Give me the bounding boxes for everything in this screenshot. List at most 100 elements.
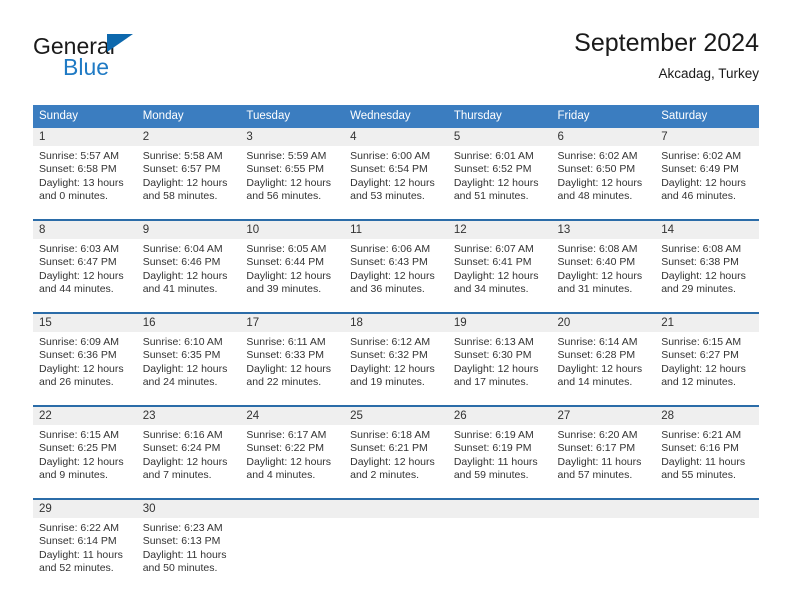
calendar-day-cell[interactable]: 10 Sunrise: 6:05 AM Sunset: 6:44 PM Dayligh… <box>240 221 345 305</box>
day-of-week-header-wednesday: Wednesday <box>350 110 411 122</box>
calendar-day-cell[interactable]: 20 Sunrise: 6:14 AM Sunset: 6:28 PM Dayligh… <box>551 314 656 398</box>
daylight-text-line2: and 14 minutes. <box>557 376 633 389</box>
calendar-day-cell[interactable]: 27 Sunrise: 6:20 AM Sunset: 6:17 PM Dayligh… <box>551 407 656 491</box>
calendar-day-cell[interactable]: 15 Sunrise: 6:09 AM Sunset: 6:36 PM Dayligh… <box>33 314 137 398</box>
calendar-day-cell[interactable]: 12 Sunrise: 6:07 AM Sunset: 6:41 PM Dayligh… <box>447 221 552 305</box>
calendar-day-cell[interactable]: 3 Sunrise: 5:59 AM Sunset: 6:55 PM Daylight… <box>240 128 345 212</box>
calendar-day-cell[interactable]: 14 Sunrise: 6:08 AM Sunset: 6:38 PM Dayligh… <box>655 221 759 305</box>
calendar-day-cell[interactable]: 17 Sunrise: 6:11 AM Sunset: 6:33 PM Dayligh… <box>240 314 345 398</box>
calendar-day-cell[interactable]: 16 Sunrise: 6:10 AM Sunset: 6:35 PM Dayligh… <box>136 314 241 398</box>
day-number: 7 <box>655 128 759 146</box>
daylight-text-line1: Daylight: 12 hours <box>246 176 332 189</box>
day-number: 6 <box>551 128 656 146</box>
daylight-text-line1: Daylight: 12 hours <box>39 269 124 282</box>
day-of-week-header-saturday: Saturday <box>661 110 708 122</box>
calendar-day-cell-empty <box>447 500 552 584</box>
daylight-text-line2: and 58 minutes. <box>142 190 218 203</box>
sunrise-text: Sunrise: 6:02 AM <box>557 150 638 162</box>
sunset-text: Sunset: 6:17 PM <box>557 442 636 455</box>
daylight-text-line2: and 46 minutes. <box>661 190 736 203</box>
calendar-grid: Sunday Monday Tuesday Wednesday Thursday Frid… <box>33 105 759 584</box>
sunset-text: Sunset: 6:27 PM <box>661 349 739 362</box>
calendar-day-cell[interactable]: 25 Sunrise: 6:18 AM Sunset: 6:21 PM Dayligh… <box>344 407 448 491</box>
day-details: Sunrise: 6:08 AM Sunset: 6:40 PM Daylight:… <box>552 239 656 305</box>
day-details: Sunrise: 6:03 AM Sunset: 6:47 PM Daylight:… <box>33 239 137 305</box>
calendar-week-row: 1 Sunrise: 5:57 AM Sunset: 6:58 PM Daylight… <box>33 128 759 212</box>
calendar-day-cell[interactable]: 24 Sunrise: 6:17 AM Sunset: 6:22 PM Dayligh… <box>240 407 345 491</box>
daylight-text-line1: Daylight: 12 hours <box>39 455 124 468</box>
day-number: 12 <box>447 221 552 239</box>
day-number: 16 <box>136 314 241 332</box>
calendar-day-cell[interactable]: 8 Sunrise: 6:03 AM Sunset: 6:47 PM Daylight… <box>33 221 137 305</box>
day-details: Sunrise: 6:22 AM Sunset: 6:14 PM Daylight:… <box>33 518 137 584</box>
sunrise-text: Sunrise: 6:04 AM <box>142 243 223 255</box>
daylight-text-line2: and 55 minutes. <box>661 469 736 482</box>
sunset-text: Sunset: 6:38 PM <box>661 256 739 269</box>
calendar-day-cell[interactable]: 1 Sunrise: 5:57 AM Sunset: 6:58 PM Daylight… <box>33 128 137 212</box>
calendar-day-cell[interactable]: 19 Sunrise: 6:13 AM Sunset: 6:30 PM Dayligh… <box>447 314 552 398</box>
day-number: 24 <box>240 407 345 425</box>
daylight-text-line1: Daylight: 12 hours <box>350 176 435 189</box>
day-number: 8 <box>33 221 137 239</box>
calendar-day-cell[interactable]: 29 Sunrise: 6:22 AM Sunset: 6:14 PM Dayligh… <box>33 500 137 584</box>
calendar-day-cell[interactable]: 9 Sunrise: 6:04 AM Sunset: 6:46 PM Daylight… <box>136 221 241 305</box>
day-number: 18 <box>344 314 448 332</box>
day-of-week-header-tuesday: Tuesday <box>246 110 291 122</box>
brand-name-blue: Blue <box>63 54 110 80</box>
calendar-day-cell[interactable]: 2 Sunrise: 5:58 AM Sunset: 6:57 PM Daylight… <box>136 128 241 212</box>
calendar-weeks: 1 Sunrise: 5:57 AM Sunset: 6:58 PM Daylight… <box>33 128 759 584</box>
daylight-text-line1: Daylight: 12 hours <box>142 362 228 375</box>
sunset-text: Sunset: 6:13 PM <box>142 535 221 548</box>
week-row-spacer <box>33 398 759 405</box>
sunrise-text: Sunrise: 6:12 AM <box>350 336 431 348</box>
calendar-day-cell[interactable]: 4 Sunrise: 6:00 AM Sunset: 6:54 PM Daylight… <box>344 128 448 212</box>
sunset-text: Sunset: 6:49 PM <box>661 163 739 176</box>
day-number: 14 <box>655 221 759 239</box>
calendar-day-cell[interactable]: 5 Sunrise: 6:01 AM Sunset: 6:52 PM Daylight… <box>447 128 552 212</box>
day-details: Sunrise: 6:11 AM Sunset: 6:33 PM Daylight:… <box>240 332 344 398</box>
calendar-day-cell[interactable]: 26 Sunrise: 6:19 AM Sunset: 6:19 PM Dayligh… <box>447 407 552 491</box>
sunrise-text: Sunrise: 6:10 AM <box>142 336 223 348</box>
day-details: Sunrise: 6:15 AM Sunset: 6:27 PM Daylight:… <box>655 332 759 398</box>
day-details: Sunrise: 6:09 AM Sunset: 6:36 PM Daylight:… <box>33 332 137 398</box>
calendar-day-cell[interactable]: 21 Sunrise: 6:15 AM Sunset: 6:27 PM Dayligh… <box>655 314 759 398</box>
calendar-day-cell[interactable]: 11 Sunrise: 6:06 AM Sunset: 6:43 PM Dayligh… <box>344 221 448 305</box>
day-details: Sunrise: 6:19 AM Sunset: 6:19 PM Daylight:… <box>448 425 552 491</box>
sunset-text: Sunset: 6:55 PM <box>246 163 325 176</box>
calendar-day-cell[interactable]: 22 Sunrise: 6:15 AM Sunset: 6:25 PM Dayligh… <box>33 407 137 491</box>
day-details: Sunrise: 6:16 AM Sunset: 6:24 PM Daylight:… <box>137 425 241 491</box>
calendar-day-cell[interactable]: 28 Sunrise: 6:21 AM Sunset: 6:16 PM Dayligh… <box>655 407 759 491</box>
day-number <box>655 500 759 518</box>
week-row-spacer <box>33 491 759 498</box>
sunset-text: Sunset: 6:44 PM <box>246 256 325 269</box>
daylight-text-line2: and 41 minutes. <box>142 283 218 296</box>
calendar-page: General Blue September 2024 Akcadag, Tur… <box>0 0 792 612</box>
calendar-day-cell[interactable]: 6 Sunrise: 6:02 AM Sunset: 6:50 PM Daylight… <box>551 128 656 212</box>
daylight-text-line2: and 24 minutes. <box>142 376 218 389</box>
day-number <box>344 500 448 518</box>
calendar-day-cell[interactable]: 7 Sunrise: 6:02 AM Sunset: 6:49 PM Daylight… <box>655 128 759 212</box>
day-details <box>344 518 448 584</box>
day-details: Sunrise: 6:12 AM Sunset: 6:32 PM Daylight:… <box>344 332 448 398</box>
page-header: General Blue September 2024 Akcadag, Tur… <box>33 28 759 90</box>
daylight-text-line1: Daylight: 12 hours <box>246 269 332 282</box>
daylight-text-line2: and 4 minutes. <box>246 469 316 482</box>
day-number: 9 <box>136 221 241 239</box>
daylight-text-line1: Daylight: 11 hours <box>39 548 123 561</box>
day-number: 10 <box>240 221 345 239</box>
sunrise-text: Sunrise: 6:15 AM <box>661 336 742 348</box>
calendar-day-cell[interactable]: 30 Sunrise: 6:23 AM Sunset: 6:13 PM Dayligh… <box>136 500 241 584</box>
brand-logo[interactable]: General Blue <box>33 28 263 86</box>
calendar-day-cell[interactable]: 18 Sunrise: 6:12 AM Sunset: 6:32 PM Dayligh… <box>344 314 448 398</box>
week-row-spacer <box>33 212 759 219</box>
day-number: 26 <box>447 407 552 425</box>
calendar-day-cell[interactable]: 23 Sunrise: 6:16 AM Sunset: 6:24 PM Dayligh… <box>136 407 241 491</box>
daylight-text-line2: and 51 minutes. <box>453 190 529 203</box>
sunrise-text: Sunrise: 6:22 AM <box>39 522 119 534</box>
sunset-text: Sunset: 6:47 PM <box>39 256 117 269</box>
day-details <box>655 518 759 584</box>
calendar-day-cell[interactable]: 13 Sunrise: 6:08 AM Sunset: 6:40 PM Dayligh… <box>551 221 656 305</box>
day-details: Sunrise: 6:20 AM Sunset: 6:17 PM Daylight:… <box>552 425 656 491</box>
daylight-text-line1: Daylight: 12 hours <box>142 269 228 282</box>
week-row-spacer <box>33 305 759 312</box>
